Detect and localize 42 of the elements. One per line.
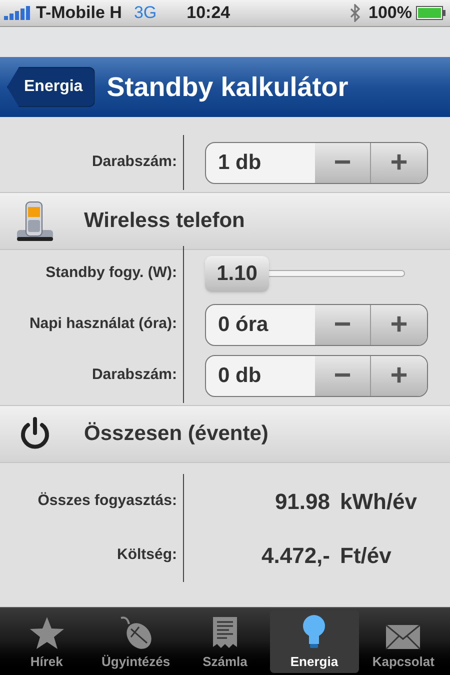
- total-value: 91.98: [274, 488, 330, 516]
- stepper-value: 0 db: [217, 362, 262, 389]
- envelope-icon: [385, 624, 422, 650]
- total-value: 4.472,-: [260, 542, 330, 570]
- total-unit: Ft/év: [340, 542, 392, 570]
- slider-thumb[interactable]: 1.10: [205, 256, 269, 292]
- tab[interactable]: Energia: [270, 610, 359, 673]
- tab[interactable]: Ügyintézés: [91, 610, 180, 673]
- star-icon: [28, 616, 65, 650]
- signal-icon: [4, 6, 32, 20]
- clock: 10:24: [186, 2, 230, 24]
- decrement-button[interactable]: −: [315, 356, 371, 396]
- cordless-phone-icon: [15, 200, 55, 242]
- stepper-value: 0 óra: [217, 312, 270, 338]
- increment-button[interactable]: +: [371, 304, 427, 344]
- tab[interactable]: Hírek: [2, 610, 92, 673]
- increment-button[interactable]: +: [371, 356, 427, 396]
- tab[interactable]: Kapcsolat: [358, 610, 448, 673]
- page-title: Standby kalkulátor: [106, 70, 348, 104]
- total-label: Költség:: [116, 544, 178, 565]
- carrier-name: T-Mobile H: [36, 2, 122, 24]
- lightbulb-icon: [301, 614, 328, 650]
- field-label: Standby fogy. (W):: [44, 263, 178, 284]
- battery-icon: [416, 6, 446, 20]
- back-button[interactable]: Energia: [7, 67, 95, 107]
- field-label: Darabszám:: [90, 365, 178, 386]
- network-type: 3G: [134, 2, 157, 24]
- increment-button[interactable]: +: [371, 142, 427, 182]
- section-title: Összesen (évente): [84, 421, 268, 448]
- section-title: Wireless telefon: [84, 208, 245, 234]
- tab[interactable]: Számla: [180, 610, 270, 673]
- decrement-button[interactable]: −: [315, 304, 371, 344]
- receipt-icon: [212, 616, 238, 650]
- total-label: Összes fogyasztás:: [36, 490, 178, 511]
- stepper-value: 1 db: [217, 150, 262, 176]
- bluetooth-icon: [348, 4, 361, 22]
- slider-track[interactable]: 1.10: [205, 254, 405, 294]
- field-label: Napi használat (óra):: [28, 314, 178, 334]
- battery-percent: 100%: [368, 2, 412, 24]
- total-unit: kWh/év: [340, 488, 418, 516]
- field-label: Darabszám:: [90, 152, 178, 172]
- decrement-button[interactable]: −: [315, 142, 371, 182]
